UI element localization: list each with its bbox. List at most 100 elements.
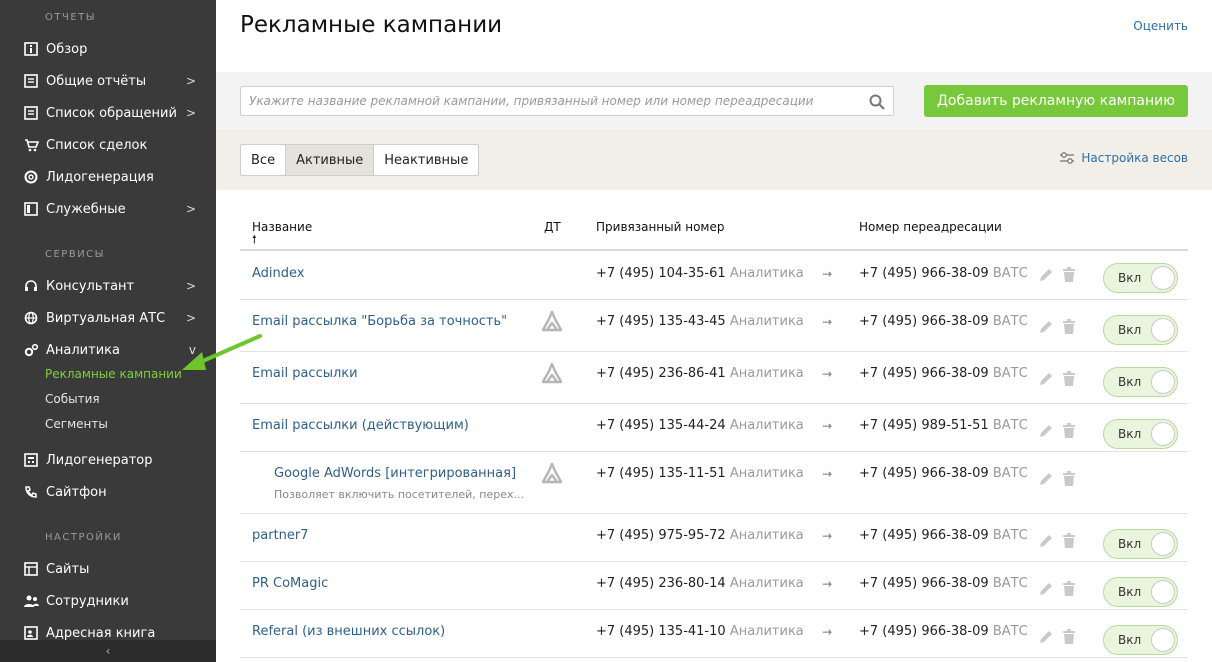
sidebar-item-leadgen[interactable]: Лидогенерация [0,163,216,191]
search-placeholder: Укажите название рекламной кампании, при… [249,94,814,108]
campaign-name-link[interactable]: Referal (из внешних ссылок) [252,624,445,639]
toggle-label: Вкл [1118,271,1142,285]
campaign-toggle[interactable]: Вкл [1103,263,1178,293]
campaign-name-link[interactable]: Adindex [252,266,304,281]
bound-number: +7 (495) 236-80-14 [596,576,726,591]
sidebar-item-leadgenerator[interactable]: Лидогенератор [0,446,216,474]
table-row[interactable]: Google AdWords [интегрированная] Позволяе… [240,452,1188,514]
campaign-name-link[interactable]: Google AdWords [интегрированная] [274,466,516,481]
sidebar-subitem-segments[interactable]: Сегменты [45,417,108,431]
sidebar-item-vats[interactable]: Виртуальная АТС > [0,304,216,332]
campaign-toggle[interactable]: Вкл [1103,529,1178,559]
edit-icon[interactable] [1038,629,1054,649]
redirect-number-tag: ВАТС [992,266,1028,281]
table-row[interactable]: Email рассылки (действующим) +7 (495) 135… [240,404,1188,452]
edit-icon[interactable] [1038,319,1054,339]
edit-icon[interactable] [1038,423,1054,443]
sidebar-item-sitephone[interactable]: Сайтфон [0,478,216,506]
sidebar-collapse-button[interactable]: ‹ [0,640,216,662]
weights-settings-link[interactable]: Настройка весов [1059,151,1188,165]
trash-icon[interactable] [1062,319,1076,339]
table-row[interactable]: PR CoMagic +7 (495) 236-80-14 Аналитика → +… [240,562,1188,610]
arrow-right-icon: → [822,267,833,281]
campaign-toggle[interactable]: Вкл [1103,315,1178,345]
sidebar-subitem-campaigns[interactable]: Рекламные кампании [45,367,182,381]
phone-icon [23,484,39,500]
campaign-name-link[interactable]: partner7 [252,528,309,543]
edit-icon[interactable] [1038,371,1054,391]
trash-icon[interactable] [1062,471,1076,491]
arrow-right-icon: → [822,577,833,591]
gears-icon [23,342,39,358]
redirect-number: +7 (495) 966-38-09 [859,366,989,381]
trash-icon[interactable] [1062,533,1076,553]
campaign-name-link[interactable]: PR CoMagic [252,576,328,591]
column-header-redirect-number: Номер переадресации [859,220,1002,234]
filter-all[interactable]: Все [241,145,287,175]
search-input[interactable]: Укажите название рекламной кампании, при… [240,86,894,116]
dynamic-tracking-icon [540,462,564,490]
trash-icon[interactable] [1062,629,1076,649]
sidebar-item-consultant[interactable]: Консультант > [0,272,216,300]
sidebar-subitem-events[interactable]: События [45,392,100,406]
redirect-number: +7 (495) 989-51-51 [859,418,989,433]
redirect-number-tag: ВАТС [992,418,1028,433]
column-header-name[interactable]: Название 🠕 [252,220,312,246]
bound-number: +7 (495) 104-35-61 [596,266,726,281]
table-row[interactable]: Referal (из внешних ссылок) +7 (495) 135-… [240,610,1188,658]
table-row[interactable]: partner7 +7 (495) 975-95-72 Аналитика → +7 … [240,514,1188,562]
campaign-name-link[interactable]: Email рассылки [252,366,358,381]
trash-icon[interactable] [1062,267,1076,287]
sidebar-item-overview[interactable]: Обзор [0,35,216,63]
info-icon [23,41,39,57]
report-icon [23,73,39,89]
search-icon[interactable] [869,94,885,113]
headset-icon [23,278,39,294]
sidebar-item-deals[interactable]: Список сделок [0,131,216,159]
rate-link[interactable]: Оценить [1133,19,1188,33]
filter-inactive[interactable]: Неактивные [374,145,478,175]
chevron-right-icon: > [185,202,196,216]
arrow-right-icon: → [822,467,833,481]
edit-icon[interactable] [1038,533,1054,553]
sidebar-item-employees[interactable]: Сотрудники [0,587,216,615]
sidebar-item-requests[interactable]: Список обращений > [0,99,216,127]
redirect-number-tag: ВАТС [992,366,1028,381]
sidebar-item-general-reports[interactable]: Общие отчёты > [0,67,216,95]
sidebar-item-label: Лидогенератор [46,452,153,468]
sidebar-item-label: Сайтфон [46,484,107,500]
table-row[interactable]: Adindex +7 (495) 104-35-61 Аналитика → +7 (… [240,251,1188,300]
sliders-icon [1060,152,1075,164]
campaign-toggle[interactable]: Вкл [1103,625,1178,655]
campaign-name-link[interactable]: Email рассылка "Борьба за точность" [252,314,507,329]
sidebar-item-label: Сотрудники [46,593,129,609]
trash-icon[interactable] [1062,371,1076,391]
toggle-label: Вкл [1118,633,1142,647]
filter-active[interactable]: Активные [286,145,375,175]
globe-icon [23,310,39,326]
edit-icon[interactable] [1038,267,1054,287]
toggle-label: Вкл [1118,585,1142,599]
table-row[interactable]: Email рассылка "Борьба за точность" +7 (4… [240,300,1188,352]
campaign-toggle[interactable]: Вкл [1103,577,1178,607]
toggle-label: Вкл [1118,537,1142,551]
trash-icon[interactable] [1062,423,1076,443]
sidebar-item-sites[interactable]: Сайты [0,555,216,583]
weights-settings-label: Настройка весов [1081,151,1188,165]
trash-icon[interactable] [1062,581,1076,601]
edit-icon[interactable] [1038,581,1054,601]
sidebar-item-label: Обзор [46,41,88,57]
arrow-right-icon: → [822,419,833,433]
lifebuoy-icon [23,169,39,185]
campaign-name-link[interactable]: Email рассылки (действующим) [252,418,469,433]
bound-number: +7 (495) 135-11-51 [596,466,726,481]
campaign-toggle[interactable]: Вкл [1103,367,1178,397]
column-header-bound-number: Привязанный номер [596,220,725,234]
edit-icon[interactable] [1038,471,1054,491]
table-row[interactable]: Email рассылки +7 (495) 236-86-41 Аналити… [240,352,1188,404]
campaign-toggle[interactable]: Вкл [1103,419,1178,449]
toggle-knob [1151,628,1175,652]
sidebar-item-service[interactable]: Служебные > [0,195,216,223]
dynamic-tracking-icon [540,310,564,338]
add-campaign-button[interactable]: Добавить рекламную кампанию [924,85,1188,117]
